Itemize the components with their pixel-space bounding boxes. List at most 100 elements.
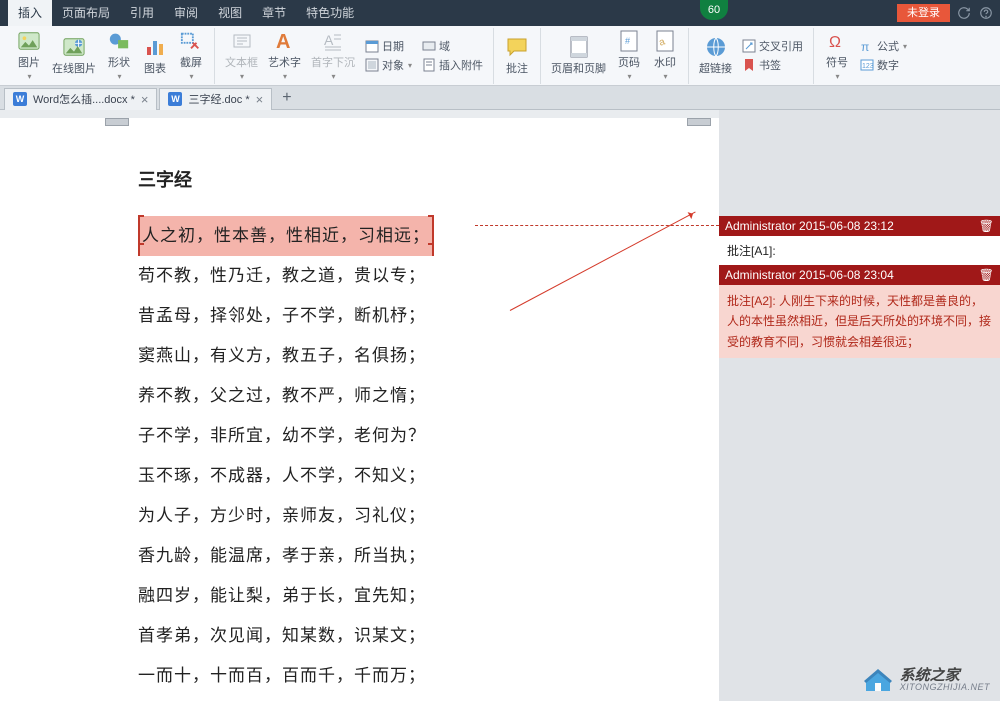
- margin-marker-left[interactable]: [105, 118, 129, 126]
- comment-author-time: Administrator 2015-06-08 23:12: [725, 219, 894, 233]
- chart-button[interactable]: 图表: [138, 34, 172, 78]
- object-button[interactable]: 对象▾: [361, 56, 416, 74]
- doc-line: 香九龄，能温席，孝于亲，所当执；: [138, 536, 679, 576]
- equation-button[interactable]: π公式▾: [856, 37, 911, 55]
- picture-icon: [18, 30, 40, 52]
- tab-doc-2[interactable]: W 三字经.doc * ×: [159, 88, 272, 110]
- close-tab-icon[interactable]: ×: [141, 92, 149, 107]
- comment-header: Administrator 2015-06-08 23:12 🗑: [719, 216, 1000, 236]
- doc-line: 昔孟母，择邻处，子不学，断机杼；: [138, 296, 679, 336]
- date-icon: [365, 39, 379, 53]
- tab-doc-1[interactable]: W Word怎么插....docx * ×: [4, 88, 157, 110]
- add-tab-button[interactable]: +: [274, 89, 299, 107]
- svg-text:A: A: [276, 31, 290, 52]
- doc-line: 玉不琢，不成器，人不学，不知义；: [138, 456, 679, 496]
- crossref-button[interactable]: 交叉引用: [738, 37, 807, 55]
- doc-line: 首孝弟，次见闻，知某数，识某文；: [138, 616, 679, 656]
- delete-comment-icon[interactable]: 🗑: [979, 268, 994, 282]
- tab-label: Word怎么插....docx *: [33, 91, 135, 107]
- symbol-button[interactable]: Ω符号▾: [820, 28, 854, 83]
- score-badge[interactable]: 60: [700, 0, 728, 20]
- comment-button[interactable]: 批注: [500, 34, 534, 78]
- page-number-button[interactable]: #页码▾: [612, 28, 646, 83]
- tab-label: 三字经.doc *: [188, 91, 249, 107]
- wordart-icon: A: [274, 30, 296, 52]
- menu-bar: 插入 页面布局 引用 审阅 视图 章节 特色功能 60 未登录: [0, 0, 1000, 26]
- menu-review[interactable]: 审阅: [164, 0, 208, 26]
- online-picture-icon: [63, 36, 85, 58]
- date-button[interactable]: 日期: [361, 37, 416, 55]
- margin-marker-right[interactable]: [687, 118, 711, 126]
- menu-page-layout[interactable]: 页面布局: [52, 0, 120, 26]
- delete-comment-icon[interactable]: 🗑: [979, 219, 994, 233]
- watermark-cn: 系统之家: [900, 668, 990, 683]
- comment-card[interactable]: Administrator 2015-06-08 23:12 🗑 批注[A1]:: [719, 216, 1000, 265]
- menu-insert[interactable]: 插入: [8, 0, 52, 26]
- field-icon: [422, 39, 436, 53]
- number-icon: 123: [860, 58, 874, 72]
- page-number-icon: #: [618, 30, 640, 52]
- object-icon: [365, 58, 379, 72]
- house-icon: [862, 667, 894, 693]
- textbox-icon: [231, 30, 253, 52]
- close-tab-icon[interactable]: ×: [256, 92, 264, 107]
- doc-line: 为人子，方少时，亲师友，习礼仪；: [138, 496, 679, 536]
- menu-references[interactable]: 引用: [120, 0, 164, 26]
- comment-body[interactable]: 批注[A2]: 人刚生下来的时候，天性都是善良的，人的本性虽然相近，但是后天所处…: [719, 285, 1000, 358]
- comment-label: 批注[A1]:: [727, 244, 776, 258]
- attachment-icon: [422, 58, 436, 72]
- document-pane[interactable]: 三字经 人之初，性本善，性相近，习相远； 苟不教，性乃迁，教之道，贵以专； 昔孟…: [0, 110, 719, 701]
- shapes-button[interactable]: 形状▾: [102, 28, 136, 83]
- watermark-en: XITONGZHIJIA.NET: [900, 683, 990, 692]
- doc-line: 子不学，非所宜，幼不学，老何为？: [138, 416, 679, 456]
- workspace: 三字经 人之初，性本善，性相近，习相远； 苟不教，性乃迁，教之道，贵以专； 昔孟…: [0, 110, 1000, 701]
- field-button[interactable]: 域: [418, 37, 487, 55]
- ribbon-group-links: 超链接 交叉引用 书签: [689, 28, 814, 84]
- help-icon[interactable]: [978, 5, 994, 21]
- watermark-button[interactable]: a水印▾: [648, 28, 682, 83]
- svg-text:123: 123: [862, 63, 874, 70]
- header-footer-button[interactable]: 页眉和页脚: [547, 34, 610, 78]
- comment-body[interactable]: 批注[A1]:: [719, 236, 1000, 265]
- comment-leader-line: [475, 225, 719, 226]
- comment-header: Administrator 2015-06-08 23:04 🗑: [719, 265, 1000, 285]
- shapes-icon: [108, 30, 130, 52]
- ribbon-group-header-footer: 页眉和页脚 #页码▾ a水印▾: [541, 28, 689, 84]
- svg-text:A: A: [324, 32, 334, 48]
- document-content[interactable]: 三字经 人之初，性本善，性相近，习相远； 苟不教，性乃迁，教之道，贵以专； 昔孟…: [0, 110, 719, 696]
- insert-picture-button[interactable]: 图片▾: [12, 28, 46, 83]
- number-button[interactable]: 123数字: [856, 56, 911, 74]
- online-picture-button[interactable]: 在线图片: [48, 34, 100, 78]
- crossref-icon: [742, 39, 756, 53]
- menu-special[interactable]: 特色功能: [296, 0, 364, 26]
- svg-text:Ω: Ω: [829, 34, 841, 51]
- screenshot-button[interactable]: 截屏▾: [174, 28, 208, 83]
- bookmark-button[interactable]: 书签: [738, 56, 807, 74]
- attachment-button[interactable]: 插入附件: [418, 56, 487, 74]
- dropcap-button[interactable]: A首字下沉▾: [307, 28, 359, 83]
- svg-text:#: #: [625, 36, 630, 46]
- sync-icon[interactable]: [956, 5, 972, 21]
- doc-title: 三字经: [138, 166, 679, 192]
- ribbon-group-illustrations: 图片▾ 在线图片 形状▾ 图表 截屏▾: [6, 28, 215, 84]
- menu-view[interactable]: 视图: [208, 0, 252, 26]
- doc-line: 融四岁，能让梨，弟于长，宜先知；: [138, 576, 679, 616]
- word-doc-icon: W: [13, 92, 27, 106]
- ribbon-group-text: 文本框▾ A艺术字▾ A首字下沉▾ 日期 对象▾ 域 插入附件: [215, 28, 494, 84]
- doc-line: 养不教，父之过，教不严，师之惰；: [138, 376, 679, 416]
- word-doc-icon: W: [168, 92, 182, 106]
- ruler-gap: [0, 110, 719, 118]
- svg-text:π: π: [861, 40, 869, 53]
- wordart-button[interactable]: A艺术字▾: [264, 28, 305, 83]
- menu-section[interactable]: 章节: [252, 0, 296, 26]
- comment-card[interactable]: Administrator 2015-06-08 23:04 🗑 批注[A2]:…: [719, 265, 1000, 358]
- screenshot-icon: [180, 30, 202, 52]
- ribbon-group-comment: 批注: [494, 28, 541, 84]
- ribbon: 图片▾ 在线图片 形状▾ 图表 截屏▾ 文本框▾ A艺术字▾ A首字下沉▾ 日期…: [0, 26, 1000, 86]
- textbox-button[interactable]: 文本框▾: [221, 28, 262, 83]
- doc-line-highlighted[interactable]: 人之初，性本善，性相近，习相远；: [138, 216, 434, 256]
- hyperlink-icon: [705, 36, 727, 58]
- hyperlink-button[interactable]: 超链接: [695, 34, 736, 78]
- comment-icon: [506, 36, 528, 58]
- login-button[interactable]: 未登录: [897, 4, 950, 22]
